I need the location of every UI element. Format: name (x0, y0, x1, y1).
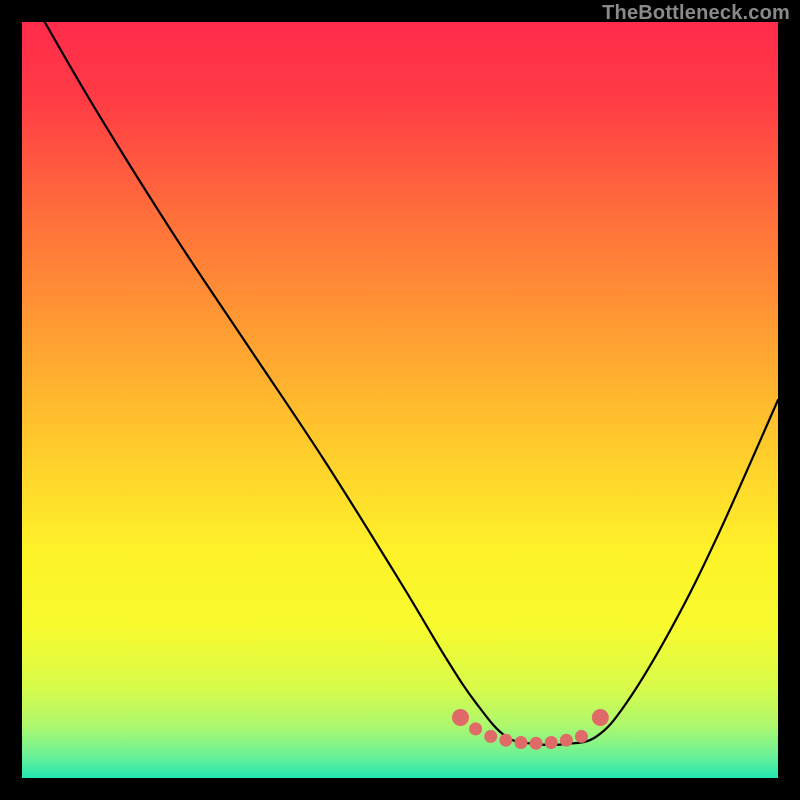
highlight-marker (545, 736, 558, 749)
highlight-marker (560, 734, 573, 747)
plot-area (22, 22, 778, 778)
highlight-marker (484, 730, 497, 743)
highlight-marker (592, 709, 609, 726)
highlight-marker (575, 730, 588, 743)
curve-layer (22, 22, 778, 778)
highlight-marker (499, 734, 512, 747)
highlight-marker (530, 737, 543, 750)
highlight-marker (469, 722, 482, 735)
highlight-markers (452, 709, 609, 750)
bottleneck-curve (45, 22, 778, 745)
highlight-marker (514, 736, 527, 749)
chart-frame: TheBottleneck.com (0, 0, 800, 800)
watermark-text: TheBottleneck.com (602, 2, 790, 25)
highlight-marker (452, 709, 469, 726)
